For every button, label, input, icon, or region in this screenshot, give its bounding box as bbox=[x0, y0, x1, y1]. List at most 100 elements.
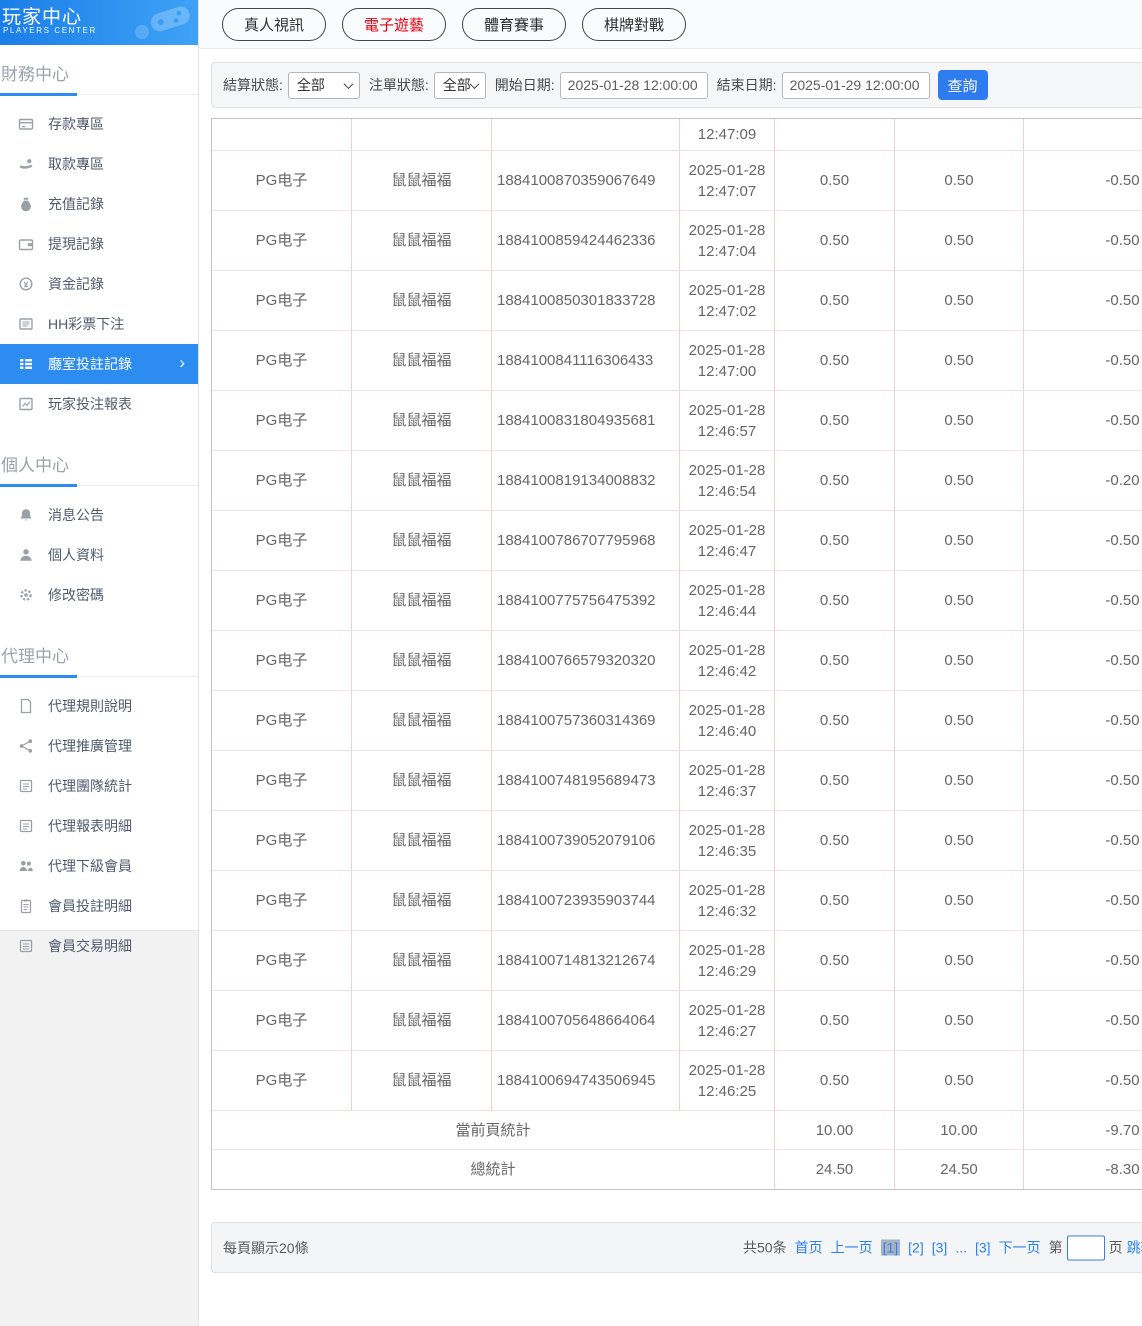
sidebar-item-funds[interactable]: 資金記錄 bbox=[0, 264, 198, 304]
cell-bet: 0.50 bbox=[775, 391, 895, 451]
sidebar-item-member-trans[interactable]: 會員交易明細 bbox=[0, 926, 198, 966]
sidebar-item-members[interactable]: 代理下級會員 bbox=[0, 846, 198, 886]
cell-bet: 0.50 bbox=[775, 991, 895, 1051]
cell-platform: PG电子 bbox=[212, 271, 352, 331]
member-bets-icon bbox=[18, 898, 34, 914]
cell-datetime: 2025-01-28 12:47:07 bbox=[680, 151, 775, 211]
pagination-controls: 共50条 首页上一页 [1] [2] [3]... [3] 下一页 第 页 跳转 bbox=[743, 1235, 1142, 1260]
start-date-input[interactable] bbox=[559, 71, 708, 99]
sidebar-item-bell[interactable]: 消息公告 bbox=[0, 495, 198, 535]
cell-bet: 0.50 bbox=[775, 691, 895, 751]
cell-bet: 0.50 bbox=[775, 271, 895, 331]
cell-order: 1884100870359067649 bbox=[492, 151, 680, 211]
cell-platform: PG电子 bbox=[212, 151, 352, 211]
sidebar-item-profile[interactable]: 個人資料 bbox=[0, 535, 198, 575]
cell-datetime: 2025-01-28 12:46:54 bbox=[680, 451, 775, 511]
sidebar-item-withdraw-record[interactable]: 提現記錄 bbox=[0, 224, 198, 264]
page-jump-input[interactable] bbox=[1066, 1235, 1105, 1260]
sidebar-item-hall-bets[interactable]: 廳室投註記錄 › bbox=[0, 344, 198, 384]
summary-bet: 10.00 bbox=[775, 1111, 895, 1150]
jump-group: 第 页 跳转 bbox=[1049, 1235, 1142, 1260]
page-link-0[interactable]: 首页 bbox=[795, 1238, 823, 1258]
sidebar-item-doc[interactable]: 代理規則說明 bbox=[0, 686, 198, 726]
sidebar-item-withdraw[interactable]: 取款專區 bbox=[0, 144, 198, 184]
cell-win-loss: -0.50 bbox=[1024, 871, 1142, 931]
cell-order: 1884100757360314369 bbox=[492, 691, 680, 751]
chevron-right-icon: › bbox=[179, 353, 185, 373]
page-link-1[interactable]: 上一页 bbox=[831, 1238, 873, 1258]
cell-datetime: 2025-01-28 12:46:25 bbox=[680, 1051, 775, 1111]
end-date-input[interactable] bbox=[781, 71, 930, 99]
cell-order: 1884100775756475392 bbox=[492, 571, 680, 631]
tab-0[interactable]: 真人視訊 bbox=[222, 7, 327, 41]
page-link-7[interactable]: 下一页 bbox=[999, 1238, 1041, 1258]
cell-bet: 0.50 bbox=[775, 511, 895, 571]
page-link-5[interactable]: ... bbox=[955, 1240, 967, 1256]
summary-label: 當前頁統計 bbox=[212, 1111, 775, 1150]
cell-bet: 0.50 bbox=[775, 211, 895, 271]
sidebar-item-label: 取款專區 bbox=[48, 156, 104, 172]
table-row: PG电子 鼠鼠福福 1884100766579320320 2025-01-28 12:… bbox=[212, 631, 1142, 691]
cell-platform: PG电子 bbox=[212, 931, 352, 991]
cell-platform: PG电子 bbox=[212, 811, 352, 871]
cell-order: 1884100859424462336 bbox=[492, 211, 680, 271]
chevron-down-icon bbox=[343, 78, 354, 89]
cell-win-loss: -0.50 bbox=[1024, 271, 1142, 331]
tab-1[interactable]: 電子遊藝 bbox=[342, 7, 447, 41]
search-button[interactable]: 查詢 bbox=[937, 70, 988, 100]
cell-order: 1884100748195689473 bbox=[492, 751, 680, 811]
page-link-current[interactable]: [1] bbox=[880, 1239, 901, 1256]
cell-bet: 0.50 bbox=[775, 871, 895, 931]
jump-label-before: 第 bbox=[1048, 1239, 1063, 1256]
sidebar-item-label: 消息公告 bbox=[48, 507, 104, 523]
sidebar-item-password[interactable]: 修改密碼 bbox=[0, 575, 198, 615]
sidebar-item-label: 代理推廣管理 bbox=[48, 738, 132, 754]
cell-game: 鼠鼠福福 bbox=[352, 691, 492, 751]
page-link-3[interactable]: [2] bbox=[908, 1240, 924, 1256]
page-link-4[interactable]: [3] bbox=[932, 1240, 948, 1256]
sidebar-item-label: 會員投註明細 bbox=[48, 898, 132, 914]
order-status-select[interactable]: 全部 bbox=[433, 71, 486, 99]
sidebar-item-stats[interactable]: 代理團隊統計 bbox=[0, 766, 198, 806]
sidebar-item-recharge[interactable]: 充值記錄 bbox=[0, 184, 198, 224]
cell-valid-bet: 0.50 bbox=[895, 511, 1024, 571]
summary-win-loss: -8.30 bbox=[1024, 1150, 1142, 1189]
tab-2[interactable]: 體育賽事 bbox=[462, 7, 567, 41]
share-icon bbox=[18, 738, 34, 754]
logo: 玩家中心 PLAYERS CENTER bbox=[0, 0, 198, 45]
cell-bet: 0.50 bbox=[775, 931, 895, 991]
members-icon bbox=[18, 858, 34, 874]
cell-time: 12:47:09 bbox=[680, 119, 775, 151]
cell-platform: PG电子 bbox=[212, 391, 352, 451]
order-status-label: 注單狀態: bbox=[368, 77, 429, 93]
cell-datetime: 2025-01-28 12:46:42 bbox=[680, 631, 775, 691]
jump-button[interactable]: 跳转 bbox=[1127, 1238, 1142, 1258]
logo-title: 玩家中心 bbox=[2, 7, 83, 28]
sidebar-item-member-bets[interactable]: 會員投註明細 bbox=[0, 886, 198, 926]
cell-valid-bet: 0.50 bbox=[895, 271, 1024, 331]
cell-valid-bet: 0.50 bbox=[895, 211, 1024, 271]
sidebar-item-label: 提現記錄 bbox=[48, 236, 104, 252]
page-size-text: 每頁顯示20條 bbox=[223, 1239, 309, 1256]
sidebar-item-player-report[interactable]: 玩家投注報表 bbox=[0, 384, 198, 424]
cell-valid-bet: 0.50 bbox=[895, 871, 1024, 931]
sidebar-item-share[interactable]: 代理推廣管理 bbox=[0, 726, 198, 766]
cell-win-loss: -0.50 bbox=[1024, 991, 1142, 1051]
cell-order: 1884100705648664064 bbox=[492, 991, 680, 1051]
settle-status-select[interactable]: 全部 bbox=[287, 71, 360, 99]
tab-3[interactable]: 棋牌對戰 bbox=[582, 7, 687, 41]
sidebar-item-report[interactable]: 代理報表明細 bbox=[0, 806, 198, 846]
cell-valid-bet: 0.50 bbox=[895, 691, 1024, 751]
page-link-6[interactable]: [3] bbox=[975, 1240, 991, 1256]
bets-table-body: 12:47:09 PG电子 鼠鼠福福 1884100870359067649 2025-… bbox=[212, 119, 1142, 1189]
cell-win-loss: -0.20 bbox=[1024, 451, 1142, 511]
jump-label-after: 页 bbox=[1108, 1239, 1123, 1256]
sidebar-item-lottery[interactable]: HH彩票下注 bbox=[0, 304, 198, 344]
cell-datetime: 2025-01-28 12:47:02 bbox=[680, 271, 775, 331]
cell-bet: 0.50 bbox=[775, 151, 895, 211]
cell-game: 鼠鼠福福 bbox=[352, 571, 492, 631]
cell-datetime: 2025-01-28 12:46:47 bbox=[680, 511, 775, 571]
section-title: 代理中心 bbox=[0, 640, 198, 678]
cell-bet: 0.50 bbox=[775, 1051, 895, 1111]
sidebar-item-deposit[interactable]: 存款專區 bbox=[0, 104, 198, 144]
